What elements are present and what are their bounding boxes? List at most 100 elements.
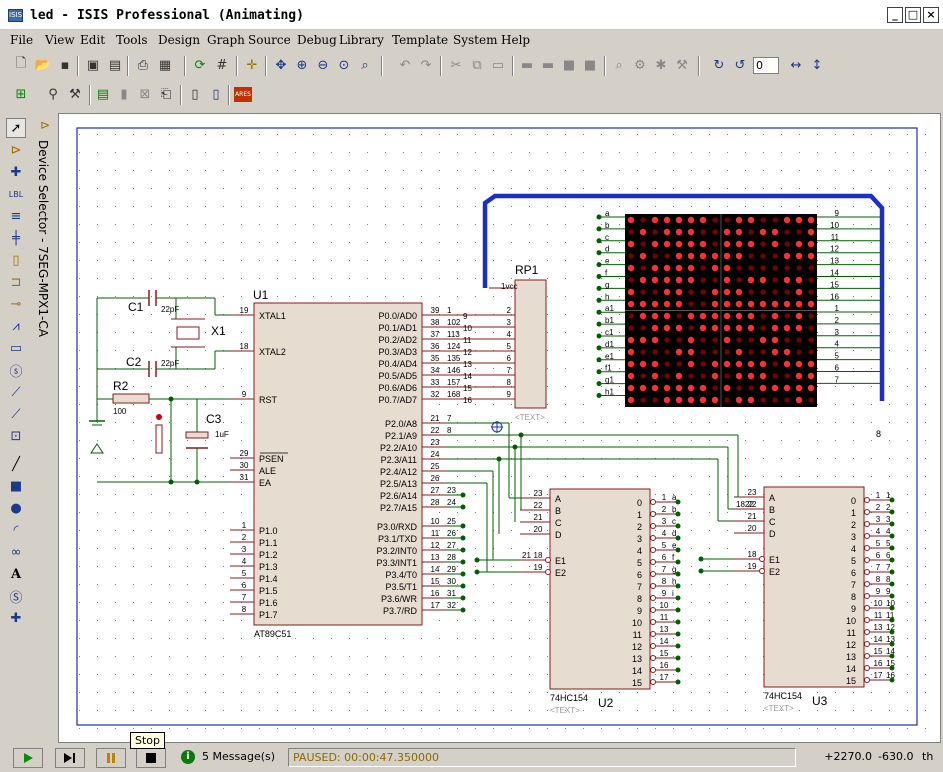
terminal-icon[interactable]: ⊐ (6, 272, 26, 292)
pause-button[interactable] (96, 748, 126, 768)
virtual-instrument-icon[interactable]: ⊡ (6, 426, 26, 446)
rotation-angle-input[interactable]: 0 (753, 57, 779, 74)
menu-library[interactable]: Library (339, 33, 384, 47)
port-terminal-dot (460, 595, 466, 601)
packaging-icon[interactable]: ✱ (652, 56, 670, 74)
refresh-icon[interactable]: ⟳ (191, 56, 209, 74)
generator-icon[interactable]: ⓢ (6, 360, 26, 380)
mirror-y-icon[interactable]: ↕ (808, 56, 826, 74)
ares-icon[interactable]: ARES (234, 87, 252, 102)
selection-mode-icon[interactable]: ➚ (6, 118, 26, 138)
menu-design[interactable]: Design (158, 33, 200, 47)
block-delete-icon[interactable]: ■ (581, 56, 599, 74)
make-device-icon[interactable]: ⚙ (631, 56, 649, 74)
rotate-cw-icon[interactable]: ↻ (710, 56, 728, 74)
tape-recorder-icon[interactable]: ▭ (6, 338, 26, 358)
property-tool-icon[interactable]: ⚒ (66, 85, 84, 103)
undo-icon[interactable]: ↶ (396, 56, 414, 74)
marker-icon[interactable]: ✚ (6, 608, 26, 628)
redo-icon[interactable]: ↷ (417, 56, 435, 74)
text-script-icon[interactable]: ≡ (6, 206, 26, 226)
messages-count[interactable]: 5 Message(s) (198, 748, 280, 767)
print-area-icon[interactable]: ▦ (156, 56, 174, 74)
block-rotate-icon[interactable]: ■ (560, 56, 578, 74)
symbol-icon[interactable]: Ⓢ (6, 586, 26, 606)
grid-dot (115, 584, 116, 585)
text-icon[interactable]: A (6, 564, 26, 584)
component-mode-icon[interactable]: ⊳ (6, 140, 26, 160)
erc-icon[interactable]: ⊠ (136, 85, 154, 103)
led-dot (795, 240, 803, 248)
compile-icon[interactable]: ⎗ (157, 85, 175, 103)
bus-icon[interactable]: ╪ (6, 228, 26, 248)
menu-view[interactable]: View (45, 33, 75, 47)
grid-dot (907, 332, 908, 333)
import-icon[interactable]: ▣ (84, 56, 102, 74)
menu-system[interactable]: System (453, 33, 497, 47)
grid-dot (151, 404, 152, 405)
junction-icon[interactable]: ✚ (6, 162, 26, 182)
graph-icon[interactable]: ⩘ (6, 316, 26, 336)
pan-icon[interactable]: ✥ (272, 56, 290, 74)
pick-device-icon[interactable]: ⌕ (610, 56, 628, 74)
rotate-ccw-icon[interactable]: ↺ (731, 56, 749, 74)
menu-file[interactable]: File (10, 33, 33, 47)
design-explorer-icon[interactable]: ⊞ (12, 85, 30, 103)
block-copy-icon[interactable]: ▬ (518, 56, 536, 74)
paste-icon[interactable]: ▭ (489, 56, 507, 74)
grid-dot (259, 710, 260, 711)
grid-dot (601, 404, 602, 405)
open-file-icon[interactable]: 📂 (34, 56, 52, 74)
copy-icon[interactable]: ⧉ (468, 56, 486, 74)
voltage-probe-icon[interactable]: ⟋ (6, 382, 26, 402)
new-file-icon[interactable]: 🗋 (12, 56, 30, 74)
minimize-button[interactable]: _ (887, 7, 903, 23)
current-probe-icon[interactable]: ⟋ (6, 404, 26, 424)
play-button[interactable] (13, 748, 43, 768)
grid-dot (313, 710, 314, 711)
menu-debug[interactable]: Debug (297, 33, 337, 47)
schematic-canvas[interactable]: U1 AT89C51 XTAL1 19 XTAL2 18 RST 9 PSEN 29 ALE 30 EA… (58, 113, 941, 743)
origin-icon[interactable]: ✛ (243, 56, 261, 74)
close-button[interactable]: × (923, 7, 939, 23)
bill-materials-icon[interactable]: ▮ (115, 85, 133, 103)
search-tagged-icon[interactable]: ⚲ (44, 85, 62, 103)
cut-icon[interactable]: ✂ (447, 56, 465, 74)
zoom-area-icon[interactable]: ⌕ (356, 56, 374, 74)
menu-source[interactable]: Source (248, 33, 291, 47)
menu-help[interactable]: Help (501, 33, 530, 47)
block-move-icon[interactable]: ▬ (539, 56, 557, 74)
report-icon[interactable]: ▯ (186, 85, 204, 103)
save-file-icon[interactable]: ▪ (56, 56, 74, 74)
menu-edit[interactable]: Edit (80, 33, 105, 47)
line-icon[interactable]: ╱ (6, 454, 26, 474)
menu-graph[interactable]: Graph (207, 33, 245, 47)
menu-tools[interactable]: Tools (116, 33, 148, 47)
u1-pin-number: 35 (431, 354, 440, 363)
mirror-x-icon[interactable]: ↔ (787, 56, 805, 74)
pick-devices-icon[interactable]: ⊳ (40, 118, 50, 132)
arc-icon[interactable]: ◜ (6, 520, 26, 540)
decompose-icon[interactable]: ⚒ (673, 56, 691, 74)
netlist-icon[interactable]: ▤ (94, 85, 112, 103)
stop-button[interactable] (136, 748, 166, 768)
grid-dot (925, 620, 926, 621)
wire-label-icon[interactable]: LBL (6, 184, 26, 204)
circle-icon[interactable]: ● (6, 498, 26, 518)
menu-template[interactable]: Template (392, 33, 448, 47)
grid-dot (385, 134, 386, 135)
bom-icon[interactable]: ▯ (207, 85, 225, 103)
grid-toggle-icon[interactable]: # (213, 56, 231, 74)
zoom-all-icon[interactable]: ⊙ (335, 56, 353, 74)
export-icon[interactable]: ▤ (106, 56, 124, 74)
box-icon[interactable]: ■ (6, 476, 26, 496)
zoom-out-icon[interactable]: ⊖ (314, 56, 332, 74)
device-pin-icon[interactable]: ⊸ (6, 294, 26, 314)
subcircuit-icon[interactable]: ▯ (6, 250, 26, 270)
path-icon[interactable]: ∞ (6, 542, 26, 562)
grid-dot (169, 710, 170, 711)
step-button[interactable] (55, 748, 85, 768)
print-icon[interactable]: ⎙ (134, 56, 152, 74)
zoom-in-icon[interactable]: ⊕ (293, 56, 311, 74)
maximize-button[interactable]: □ (905, 7, 921, 23)
